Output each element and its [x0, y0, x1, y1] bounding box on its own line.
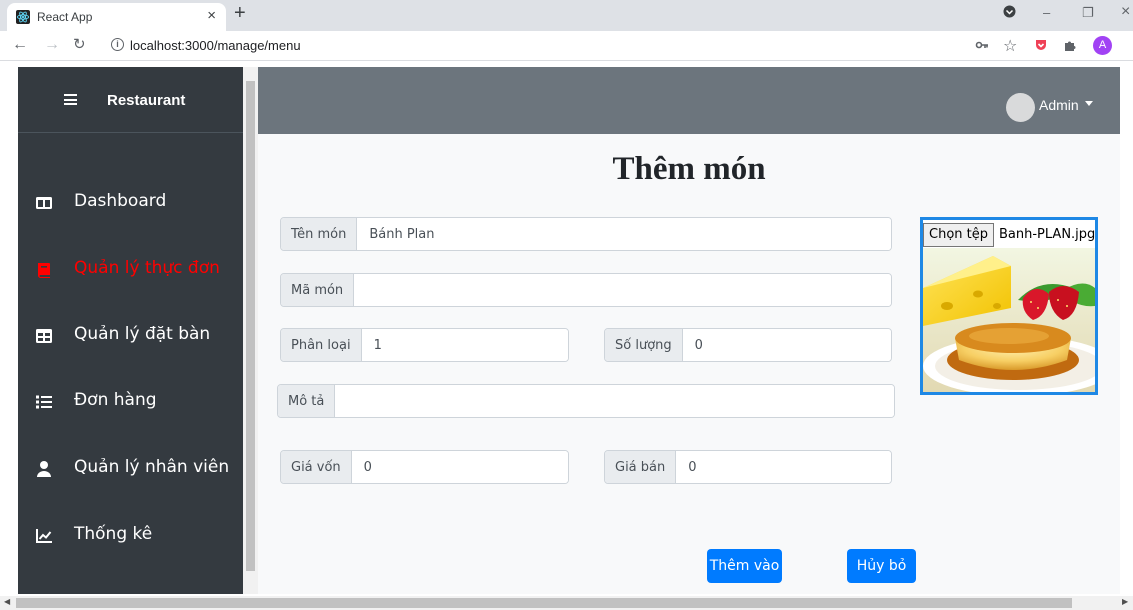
sidebar-item-label: Quản lý đặt bàn: [74, 324, 211, 344]
reload-icon[interactable]: ↻: [73, 36, 86, 54]
sidebar-item-menu-management[interactable]: Quản lý thực đơn: [18, 252, 243, 292]
tab-close-icon[interactable]: ×: [207, 6, 216, 26]
user-menu-name[interactable]: Admin: [1039, 97, 1079, 113]
file-input[interactable]: Chọn tệp Banh-PLAN.jpg: [923, 220, 1095, 248]
sidebar-item-label: Quản lý thực đơn: [74, 258, 220, 278]
new-tab-button[interactable]: +: [234, 3, 246, 23]
file-name: Banh-PLAN.jpg: [999, 227, 1096, 242]
user-avatar[interactable]: [1006, 93, 1035, 122]
sidebar-brand: Restaurant: [18, 67, 243, 133]
user-icon: [34, 459, 54, 479]
restore-button[interactable]: ❐: [1082, 5, 1094, 21]
hamburger-menu-icon[interactable]: [64, 94, 77, 105]
scroll-left-arrow-icon[interactable]: ◀: [4, 597, 10, 606]
phan-loai-label: Phân loại: [281, 329, 362, 361]
sidebar-scrollbar-thumb[interactable]: [246, 81, 255, 571]
app-window: Restaurant Dashboard Quản lý thực đơn Qu…: [18, 67, 1120, 594]
gia-ban-input[interactable]: [676, 451, 891, 483]
site-info-icon[interactable]: i: [111, 38, 124, 51]
minimize-button[interactable]: –: [1043, 5, 1050, 20]
sidebar-item-label: Dashboard: [74, 191, 167, 211]
chart-line-icon: [34, 526, 54, 546]
ma-mon-group: Mã món: [280, 273, 892, 307]
gia-ban-label: Giá bán: [605, 451, 677, 483]
sidebar-item-statistics[interactable]: Thống kê: [18, 518, 243, 558]
image-upload-panel: Chọn tệp Banh-PLAN.jpg: [920, 217, 1098, 395]
so-luong-label: Số lượng: [605, 329, 683, 361]
profile-avatar[interactable]: A: [1093, 36, 1112, 55]
choose-file-button[interactable]: Chọn tệp: [923, 223, 994, 247]
list-icon: [34, 392, 54, 412]
so-luong-group: Số lượng: [604, 328, 892, 362]
extensions-puzzle-icon[interactable]: [1063, 38, 1077, 55]
sidebar-item-label: Thống kê: [74, 524, 153, 544]
ma-mon-label: Mã món: [281, 274, 355, 306]
url-text[interactable]: localhost:3000/manage/menu: [130, 38, 301, 53]
book-icon: [34, 260, 54, 280]
scroll-right-arrow-icon[interactable]: ▶: [1122, 597, 1128, 606]
address-bar: ← → ↻ i localhost:3000/manage/menu: [0, 31, 1133, 61]
sidebar-item-table-booking[interactable]: Quản lý đặt bàn: [18, 318, 243, 358]
sidebar-item-dashboard[interactable]: Dashboard: [18, 185, 243, 225]
tab-title: React App: [37, 10, 93, 24]
horizontal-scrollbar[interactable]: ◀ ▶: [0, 596, 1133, 610]
gia-von-group: Giá vốn: [280, 450, 569, 484]
gia-von-label: Giá vốn: [281, 451, 352, 483]
browser-tab-strip: React App × + – ❐ ×: [0, 0, 1133, 31]
sidebar-scrollbar[interactable]: [243, 67, 258, 594]
ten-mon-input[interactable]: [357, 218, 891, 250]
star-icon[interactable]: ☆: [1003, 36, 1017, 56]
url-field[interactable]: i localhost:3000/manage/menu: [101, 34, 1101, 58]
ten-mon-group: Tên món: [280, 217, 892, 251]
ten-mon-label: Tên món: [281, 218, 358, 250]
sidebar-item-label: Đơn hàng: [74, 390, 157, 410]
close-window-button[interactable]: ×: [1121, 3, 1130, 21]
browser-account-icon[interactable]: [1003, 5, 1016, 21]
columns-icon: [34, 193, 54, 213]
phan-loai-group: Phân loại: [280, 328, 569, 362]
cancel-button[interactable]: Hủy bỏ: [847, 549, 916, 583]
browser-tab[interactable]: React App ×: [7, 3, 226, 31]
food-preview-image: [923, 248, 1095, 392]
mo-ta-input[interactable]: [335, 385, 894, 417]
main-content: Admin Thêm món Tên món Mã món Phân loại …: [258, 67, 1120, 594]
forward-arrow-icon[interactable]: →: [44, 36, 60, 54]
mo-ta-label: Mô tả: [278, 385, 336, 417]
pocket-extension-icon[interactable]: [1034, 38, 1048, 55]
sidebar-item-label: Quản lý nhân viên: [74, 457, 230, 477]
add-button[interactable]: Thêm vào: [707, 549, 782, 583]
key-icon[interactable]: [975, 38, 989, 55]
mo-ta-group: Mô tả: [277, 384, 895, 418]
ma-mon-input[interactable]: [354, 274, 891, 306]
brand-name: Restaurant: [107, 92, 186, 109]
react-logo-icon: [16, 10, 30, 24]
gia-ban-group: Giá bán: [604, 450, 892, 484]
back-arrow-icon[interactable]: ←: [12, 36, 28, 54]
so-luong-input[interactable]: [682, 329, 891, 361]
sidebar: Restaurant Dashboard Quản lý thực đơn Qu…: [18, 67, 243, 594]
horizontal-scrollbar-thumb[interactable]: [16, 598, 1072, 608]
gia-von-input[interactable]: [351, 451, 568, 483]
phan-loai-input[interactable]: [361, 329, 568, 361]
sidebar-item-staff[interactable]: Quản lý nhân viên: [18, 451, 243, 491]
top-navbar: Admin: [258, 67, 1120, 134]
sidebar-item-orders[interactable]: Đơn hàng: [18, 384, 243, 424]
table-icon: [34, 326, 54, 346]
page-title: Thêm món: [612, 151, 766, 187]
caret-down-icon[interactable]: [1085, 101, 1093, 106]
